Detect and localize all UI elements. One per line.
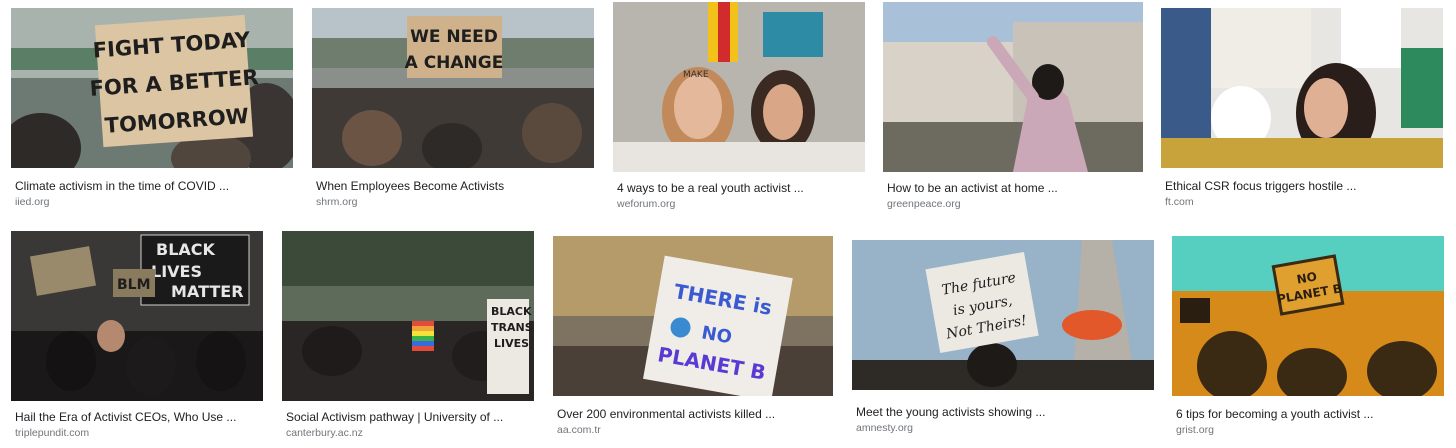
result-thumbnail[interactable]: FIGHT TODAY FOR A BETTER TOMORROW [11,8,293,168]
result-card-2[interactable]: WE NEED A CHANGE When Employees Become A… [312,8,594,209]
result-card-4[interactable]: How to be an activist at home ... greenp… [883,2,1143,211]
protest-image: BLACK TRANS LIVES [282,231,534,401]
result-source: greenpeace.org [887,198,961,210]
protest-image [1161,8,1443,168]
result-source: amnesty.org [856,422,913,434]
result-title[interactable]: Over 200 environmental activists killed … [557,406,833,422]
sign-line: LIVES [151,262,202,281]
protest-image: The future is yours, Not Theirs! [852,240,1154,390]
result-title[interactable]: Meet the young activists showing ... [856,404,1154,420]
result-thumbnail[interactable] [883,2,1143,172]
result-source: ft.com [1165,196,1194,208]
sign-line: MATTER [171,282,244,301]
result-title[interactable]: Climate activism in the time of COVID ..… [15,178,293,194]
result-card-9[interactable]: The future is yours, Not Theirs! Meet th… [852,240,1154,435]
result-thumbnail[interactable] [1161,8,1443,168]
protest-image: THERE is NO PLANET B [553,236,833,396]
result-title[interactable]: Ethical CSR focus triggers hostile ... [1165,178,1443,194]
result-title[interactable]: 4 ways to be a real youth activist ... [617,180,865,196]
sign-line: LIVES [494,337,529,350]
protest-image: NO PLANET B [1172,236,1444,396]
result-title[interactable]: When Employees Become Activists [316,178,594,194]
sign-line: BLM [117,277,151,293]
sign-line: BLACK [491,305,532,318]
sign-line: MAKE [683,70,709,80]
result-title[interactable]: Social Activism pathway | University of … [286,409,534,425]
sign-line: BLACK [156,240,216,259]
result-thumbnail[interactable]: BLACK TRANS LIVES [282,231,534,401]
result-thumbnail[interactable]: The future is yours, Not Theirs! [852,240,1154,390]
result-thumbnail[interactable]: BLACK LIVES MATTER BLM [11,231,263,401]
result-thumbnail[interactable]: THERE is NO PLANET B [553,236,833,396]
result-card-10[interactable]: NO PLANET B 6 tips for becoming a youth … [1172,236,1444,437]
result-source: triplepundit.com [15,427,90,439]
result-card-1[interactable]: FIGHT TODAY FOR A BETTER TOMORROW Climat… [11,8,293,209]
sign-line: A CHANGE [405,53,504,73]
sign-line: WE NEED [410,27,498,47]
result-thumbnail[interactable]: MAKE [613,2,865,172]
result-title[interactable]: How to be an activist at home ... [887,180,1143,196]
result-source: grist.org [1176,424,1214,436]
protest-image [883,2,1143,172]
result-card-5[interactable]: Ethical CSR focus triggers hostile ... f… [1161,8,1443,209]
protest-image: WE NEED A CHANGE [312,8,594,168]
result-source: shrm.org [316,196,358,208]
protest-image: FIGHT TODAY FOR A BETTER TOMORROW [11,8,293,168]
result-card-8[interactable]: THERE is NO PLANET B Over 200 environmen… [553,236,833,437]
result-title[interactable]: Hail the Era of Activist CEOs, Who Use .… [15,409,263,425]
result-title[interactable]: 6 tips for becoming a youth activist ... [1176,406,1444,422]
result-thumbnail[interactable]: NO PLANET B [1172,236,1444,396]
result-thumbnail[interactable]: WE NEED A CHANGE [312,8,594,168]
result-card-3[interactable]: MAKE 4 ways to be a real youth activist … [613,2,865,211]
result-source: canterbury.ac.nz [286,427,363,439]
sign-line: TRANS [491,321,533,334]
result-source: weforum.org [617,198,676,210]
result-card-6[interactable]: BLACK LIVES MATTER BLM Hail the Era of A… [11,231,263,440]
result-source: iied.org [15,196,50,208]
protest-image: MAKE [613,2,865,172]
protest-image: BLACK LIVES MATTER BLM [11,231,263,401]
result-card-7[interactable]: BLACK TRANS LIVES Social Activism pathwa… [282,231,534,440]
result-source: aa.com.tr [557,424,601,436]
